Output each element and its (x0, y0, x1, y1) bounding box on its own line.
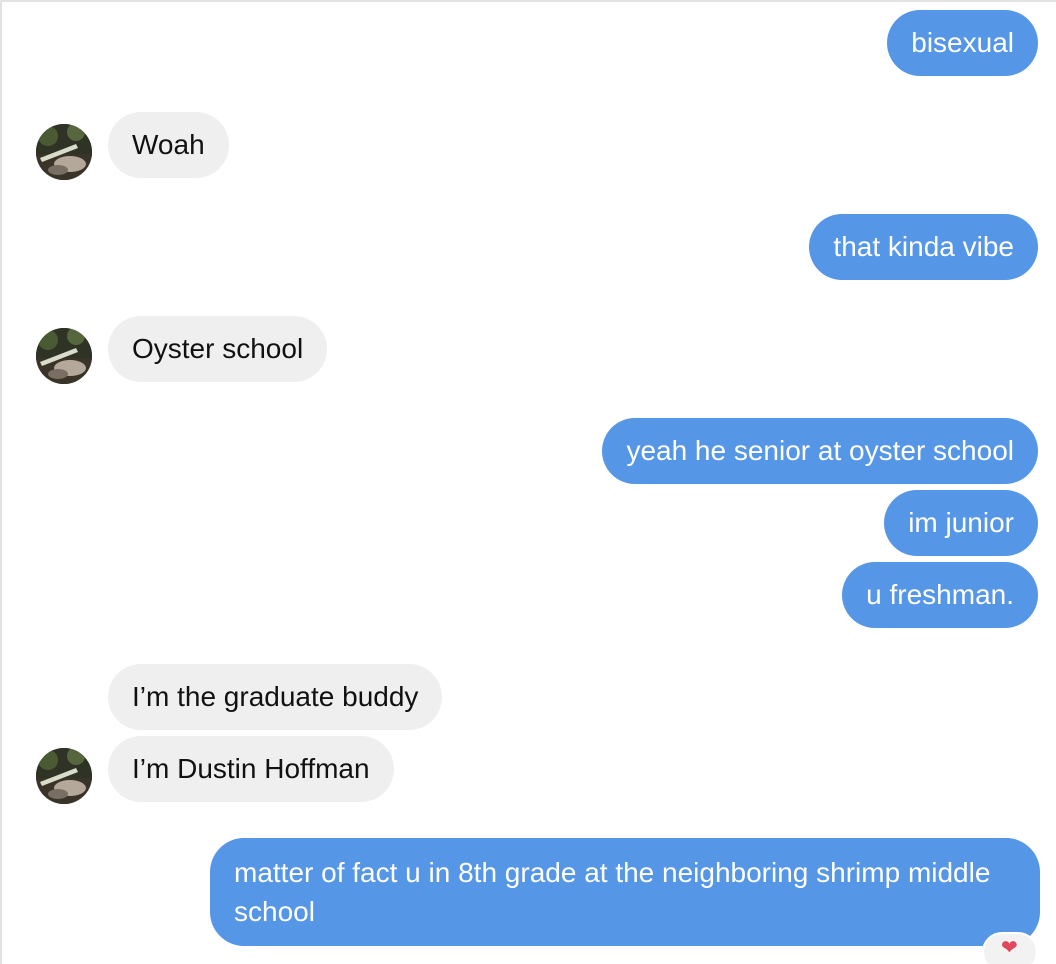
contact-avatar[interactable] (36, 124, 92, 180)
message-bubble-outgoing[interactable]: yeah he senior at oyster school (602, 418, 1038, 484)
message-bubble-outgoing[interactable]: u freshman. (842, 562, 1038, 628)
reaction-badge[interactable]: ❤ (982, 932, 1038, 964)
avatar-photo-icon (36, 124, 92, 180)
heart-icon: ❤ (1001, 937, 1018, 959)
avatar-photo-icon (36, 328, 92, 384)
message-bubble-outgoing[interactable]: that kinda vibe (809, 214, 1038, 280)
message-bubble-incoming[interactable]: I’m Dustin Hoffman (108, 736, 394, 802)
contact-avatar[interactable] (36, 328, 92, 384)
message-bubble-incoming[interactable]: I’m the graduate buddy (108, 664, 443, 730)
contact-avatar[interactable] (36, 748, 92, 804)
message-bubble-incoming[interactable]: Woah (108, 112, 229, 178)
message-bubble-outgoing[interactable]: bisexual (887, 10, 1038, 76)
message-bubble-incoming[interactable]: Oyster school (108, 316, 328, 382)
message-thread[interactable]: bisexual Woah that kinda vibe Oyster sch… (0, 0, 1056, 964)
avatar-photo-icon (36, 748, 92, 804)
message-bubble-outgoing[interactable]: matter of fact u in 8th grade at the nei… (210, 838, 1040, 946)
message-bubble-outgoing[interactable]: im junior (884, 490, 1038, 556)
